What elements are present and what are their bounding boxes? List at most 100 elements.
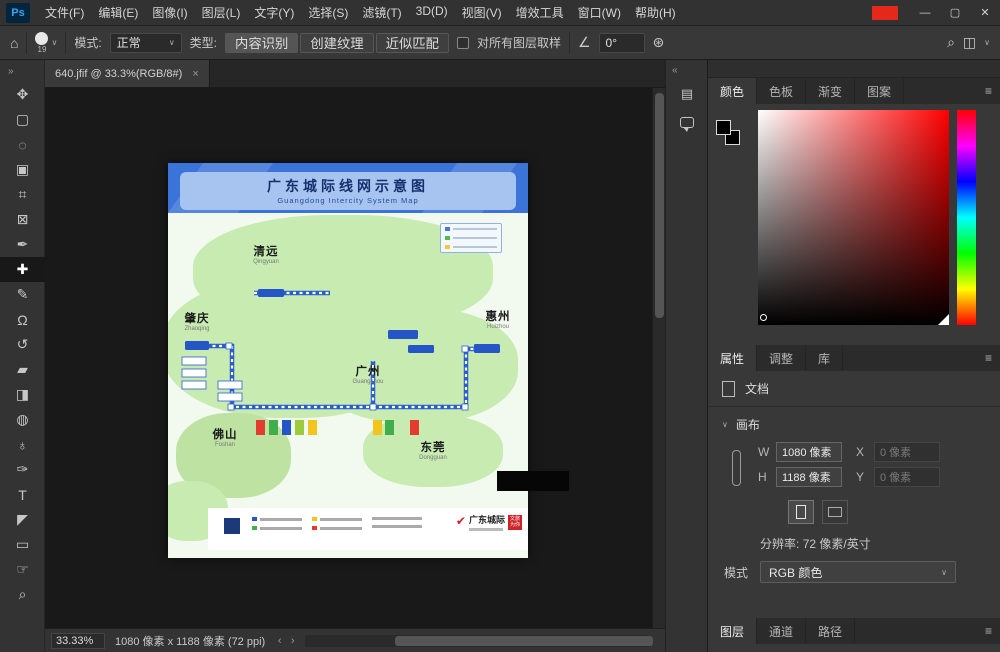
zoom-tool-button[interactable]: ⌕: [0, 582, 45, 607]
toolbar-collapse-icon[interactable]: »: [0, 60, 44, 82]
status-next-icon[interactable]: ›: [286, 635, 299, 647]
menu-filter[interactable]: 滤镜(T): [355, 4, 408, 21]
pressure-icon[interactable]: ⊛: [653, 34, 665, 51]
panel-list-icon[interactable]: ▤: [666, 80, 708, 108]
x-input[interactable]: 0 像素: [874, 442, 940, 462]
panel-menu-icon[interactable]: ≡: [985, 78, 992, 104]
mode-select[interactable]: 正常 ∨: [110, 33, 182, 53]
close-button[interactable]: ✕: [970, 0, 1000, 25]
horizontal-scrollbar[interactable]: [305, 635, 649, 647]
clone-stamp-tool-button[interactable]: Ω: [0, 307, 45, 332]
tab-close-icon[interactable]: ×: [192, 68, 198, 80]
landscape-orientation-button[interactable]: [822, 500, 848, 524]
spot-healing-brush-tool-button[interactable]: ✚: [0, 257, 45, 282]
content-aware-button[interactable]: 内容识别: [225, 33, 298, 53]
photoshop-logo-icon: Ps: [6, 3, 30, 23]
tab-channels[interactable]: 通道: [757, 618, 806, 644]
menu-layer[interactable]: 图层(L): [195, 4, 248, 21]
comments-panel-button[interactable]: [666, 108, 708, 136]
create-texture-button[interactable]: 创建纹理: [300, 33, 373, 53]
tab-color[interactable]: 颜色: [708, 78, 757, 104]
menu-select[interactable]: 选择(S): [301, 4, 355, 21]
menu-image[interactable]: 图像(I): [145, 4, 194, 21]
panel-menu-icon[interactable]: ≡: [985, 345, 992, 371]
eraser-tool-button[interactable]: ▰: [0, 357, 45, 382]
canvas-area[interactable]: 广东城际线网示意图 Guangdong Intercity System Map: [45, 88, 665, 628]
menu-file[interactable]: 文件(F): [38, 4, 91, 21]
document-tab[interactable]: 640.jfif @ 33.3%(RGB/8#) ×: [45, 60, 210, 87]
pen-tool-button[interactable]: ✑: [0, 457, 45, 482]
maximize-button[interactable]: ▢: [940, 0, 970, 25]
angle-input[interactable]: 0°: [599, 33, 645, 53]
y-input[interactable]: 0 像素: [874, 467, 940, 487]
hue-slider[interactable]: [957, 110, 976, 325]
menu-plugins[interactable]: 增效工具: [509, 4, 571, 21]
tab-patterns[interactable]: 图案: [855, 78, 904, 104]
vertical-scrollbar[interactable]: [652, 88, 665, 628]
zoom-level-input[interactable]: 33.33%: [51, 633, 105, 649]
bottom-panel-tabs: 图层 通道 路径 ≡: [708, 618, 1000, 644]
workspace-switcher-icon[interactable]: ◫: [963, 34, 976, 51]
brush-preset-picker[interactable]: 19 ∨: [35, 32, 57, 54]
menu-type[interactable]: 文字(Y): [247, 4, 301, 21]
saturation-brightness-field[interactable]: [758, 110, 949, 325]
foreground-color-swatch[interactable]: [716, 120, 731, 135]
width-input[interactable]: 1080 像素: [776, 442, 842, 462]
tab-layers[interactable]: 图层: [708, 618, 757, 644]
eraser-tool-icon: ▰: [17, 361, 28, 378]
vertical-scrollbar-thumb[interactable]: [655, 93, 664, 318]
rectangular-marquee-tool-button[interactable]: ▢: [0, 107, 45, 132]
tab-gradients[interactable]: 渐变: [806, 78, 855, 104]
minimize-button[interactable]: —: [910, 0, 940, 25]
tab-properties[interactable]: 属性: [708, 345, 757, 371]
link-dimensions-icon[interactable]: [732, 450, 741, 486]
lasso-tool-button[interactable]: ◌: [0, 132, 45, 157]
object-selection-tool-button[interactable]: ▣: [0, 157, 45, 182]
frame-tool-button[interactable]: ⊠: [0, 207, 45, 232]
path-selection-tool-button[interactable]: ◤: [0, 507, 45, 532]
panel-expand-icon[interactable]: «: [666, 60, 707, 80]
brush-size-value: 19: [38, 46, 47, 54]
marquee-tool-icon: ▢: [16, 111, 29, 128]
horizontal-scrollbar-thumb[interactable]: [395, 636, 653, 646]
rectangle-tool-button[interactable]: ▭: [0, 532, 45, 557]
menu-3d[interactable]: 3D(D): [409, 4, 455, 21]
menu-help[interactable]: 帮助(H): [628, 4, 683, 21]
brush-tool-button[interactable]: ✎: [0, 282, 45, 307]
portrait-icon: [796, 505, 806, 519]
history-brush-tool-button[interactable]: ↺: [0, 332, 45, 357]
menu-view[interactable]: 视图(V): [455, 4, 509, 21]
tab-adjustments[interactable]: 调整: [757, 345, 806, 371]
resolution-value: 72 像素/英寸: [803, 537, 871, 551]
tab-swatches[interactable]: 色板: [757, 78, 806, 104]
color-mode-select[interactable]: RGB 颜色 ∨: [760, 561, 956, 583]
home-icon[interactable]: ⌂: [10, 35, 18, 51]
crop-tool-button[interactable]: ⌗: [0, 182, 45, 207]
mode-value: 正常: [117, 34, 141, 51]
type-tool-button[interactable]: T: [0, 482, 45, 507]
gradient-tool-button[interactable]: ◨: [0, 382, 45, 407]
eyedropper-tool-button[interactable]: ✒: [0, 232, 45, 257]
document-canvas[interactable]: 广东城际线网示意图 Guangdong Intercity System Map: [168, 163, 528, 558]
hand-tool-button[interactable]: ☞: [0, 557, 45, 582]
dodge-tool-button[interactable]: ♁: [0, 432, 45, 457]
proximity-match-button[interactable]: 近似匹配: [376, 33, 449, 53]
portrait-orientation-button[interactable]: [788, 500, 814, 524]
panel-menu-icon[interactable]: ≡: [985, 618, 992, 644]
height-input[interactable]: 1188 像素: [776, 467, 842, 487]
menu-edit[interactable]: 编辑(E): [91, 4, 145, 21]
search-icon[interactable]: ⌕: [947, 34, 955, 51]
sample-all-layers-label: 对所有图层取样: [477, 34, 561, 51]
blur-tool-button[interactable]: ◍: [0, 407, 45, 432]
canvas-section-header[interactable]: ∨ 画布: [708, 407, 1000, 437]
document-properties-label: 文档: [745, 380, 769, 397]
frame-tool-icon: ⊠: [17, 211, 29, 228]
move-tool-button[interactable]: ✥: [0, 82, 45, 107]
tab-libraries[interactable]: 库: [806, 345, 843, 371]
sample-all-layers-checkbox[interactable]: [457, 37, 469, 49]
status-prev-icon[interactable]: ‹: [273, 635, 286, 647]
logo-tag: 文旅为你: [508, 515, 522, 530]
tab-paths[interactable]: 路径: [806, 618, 855, 644]
menu-window[interactable]: 窗口(W): [571, 4, 628, 21]
color-picker-ring[interactable]: [760, 314, 767, 321]
